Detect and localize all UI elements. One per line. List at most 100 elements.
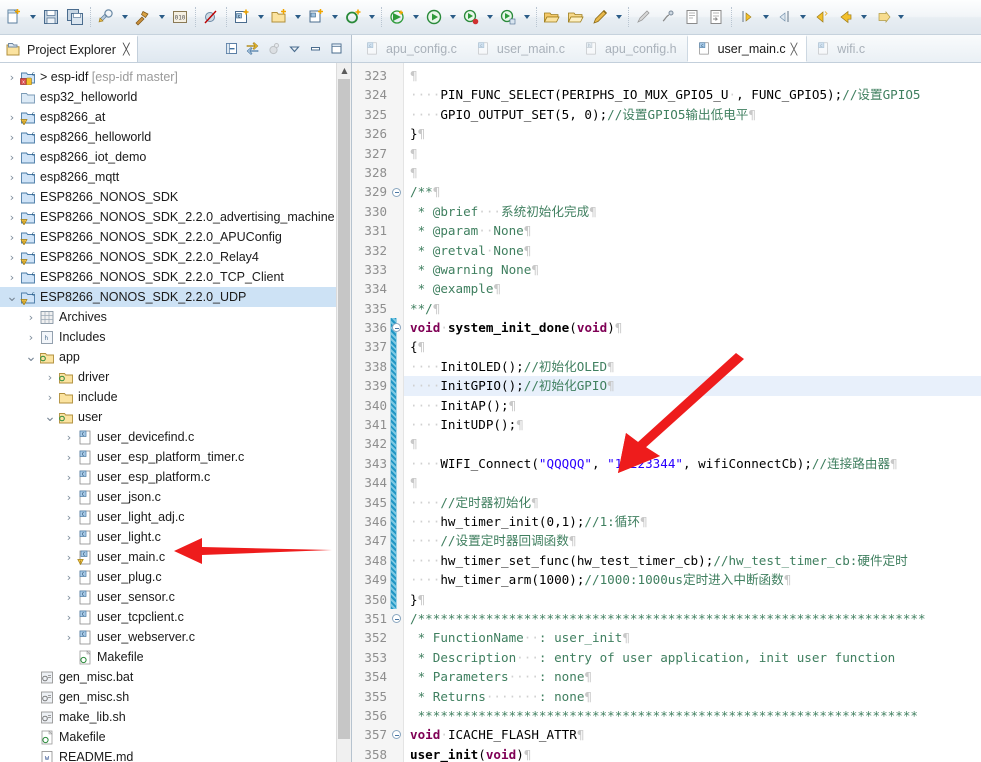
- chevron-down-icon[interactable]: ⌄: [4, 290, 20, 304]
- previous-annotation-dropdown[interactable]: [796, 5, 809, 29]
- toggle-binary-button[interactable]: 010: [168, 5, 192, 29]
- collapse-fold-icon[interactable]: [392, 614, 401, 624]
- chevron-right-icon[interactable]: ›: [61, 552, 77, 563]
- new-file-button[interactable]: [2, 5, 26, 29]
- new-folder-button[interactable]: [267, 5, 291, 29]
- tree-item-gen-misc-sh[interactable]: gen_misc.sh: [0, 687, 351, 707]
- build-dropdown[interactable]: [155, 5, 168, 29]
- new-c-project-dropdown[interactable]: [254, 5, 267, 29]
- chevron-right-icon[interactable]: ›: [61, 612, 77, 623]
- tree-item-user-light-c[interactable]: › c user_light.c: [0, 527, 351, 547]
- chevron-right-icon[interactable]: ›: [61, 512, 77, 523]
- tree-item-make-lib-sh[interactable]: make_lib.sh: [0, 707, 351, 727]
- minimize-button[interactable]: [305, 39, 325, 59]
- collapse-fold-icon[interactable]: [392, 187, 401, 197]
- last-edit-location-button[interactable]: [809, 5, 833, 29]
- tree-item-esp8266-at[interactable]: › c! esp8266_at: [0, 107, 351, 127]
- search-dropdown[interactable]: [612, 5, 625, 29]
- new-c-file-button[interactable]: [304, 5, 328, 29]
- tree-item-esp8266-helloworld[interactable]: › c esp8266_helloworld: [0, 127, 351, 147]
- debug-button[interactable]: [385, 5, 409, 29]
- new-c-project-button[interactable]: c: [230, 5, 254, 29]
- chevron-down-icon[interactable]: ⌄: [42, 410, 58, 424]
- chevron-right-icon[interactable]: ›: [4, 252, 20, 263]
- tree-item-esp8266-nonos-sdk[interactable]: › c ESP8266_NONOS_SDK: [0, 187, 351, 207]
- back-dropdown[interactable]: [857, 5, 870, 29]
- chevron-right-icon[interactable]: ›: [61, 492, 77, 503]
- fold-toggle-icon[interactable]: [390, 609, 403, 628]
- tree-item--esp-idf[interactable]: › c x > esp-idf [esp-idf master]: [0, 67, 351, 87]
- tree-item-user-tcpclient-c[interactable]: › c user_tcpclient.c: [0, 607, 351, 627]
- editor-tab-wifi-c-4[interactable]: c wifi.c: [807, 35, 875, 62]
- search-button[interactable]: [588, 5, 612, 29]
- tree-item-user-sensor-c[interactable]: › c user_sensor.c: [0, 587, 351, 607]
- collapse-fold-icon[interactable]: [392, 730, 401, 740]
- chevron-right-icon[interactable]: ›: [61, 472, 77, 483]
- editor-tab-close-icon[interactable]: ╳: [791, 43, 798, 56]
- chevron-right-icon[interactable]: ›: [61, 572, 77, 583]
- chevron-right-icon[interactable]: ›: [23, 332, 39, 343]
- skip-breakpoints-button[interactable]: [199, 5, 223, 29]
- tree-item-includes[interactable]: › h Includes: [0, 327, 351, 347]
- tree-item-esp8266-nonos-sdk-2-2-0-relay4[interactable]: › c! ESP8266_NONOS_SDK_2.2.0_Relay4: [0, 247, 351, 267]
- tree-item-driver[interactable]: › driver: [0, 367, 351, 387]
- next-annotation-button[interactable]: [735, 5, 759, 29]
- scrollbar-thumb[interactable]: [338, 79, 350, 739]
- scroll-up-arrow-icon[interactable]: ▲: [337, 63, 351, 78]
- tree-item-user-esp-platform-timer-c[interactable]: › c user_esp_platform_timer.c: [0, 447, 351, 467]
- chevron-right-icon[interactable]: ›: [4, 152, 20, 163]
- chevron-right-icon[interactable]: ›: [4, 232, 20, 243]
- back-button[interactable]: [833, 5, 857, 29]
- chevron-right-icon[interactable]: ›: [42, 372, 58, 383]
- run-external-button[interactable]: [459, 5, 483, 29]
- debug-dropdown[interactable]: [409, 5, 422, 29]
- tree-item-esp8266-iot-demo[interactable]: › c esp8266_iot_demo: [0, 147, 351, 167]
- build-all-button[interactable]: [94, 5, 118, 29]
- tree-item-user-devicefind-c[interactable]: › c user_devicefind.c: [0, 427, 351, 447]
- tree-item-archives[interactable]: › Archives: [0, 307, 351, 327]
- open-resource-button[interactable]: [540, 5, 564, 29]
- run-dropdown[interactable]: [446, 5, 459, 29]
- focus-task-button[interactable]: [263, 39, 283, 59]
- project-explorer-close-icon[interactable]: ╳: [123, 43, 130, 56]
- new-c-file-dropdown[interactable]: [328, 5, 341, 29]
- code-text-area[interactable]: ¶ ····PIN_FUNC_SELECT(PERIPHS_IO_MUX_GPIO…: [404, 63, 981, 762]
- view-menu-button[interactable]: [284, 39, 304, 59]
- tree-item-esp8266-mqtt[interactable]: › c esp8266_mqtt: [0, 167, 351, 187]
- show-whitespace-button[interactable]: [680, 5, 704, 29]
- new-folder-dropdown[interactable]: [291, 5, 304, 29]
- tree-item-user-main-c[interactable]: › c! user_main.c: [0, 547, 351, 567]
- project-explorer-tab[interactable]: Project Explorer ╳: [0, 35, 138, 62]
- chevron-right-icon[interactable]: ›: [4, 172, 20, 183]
- toggle-word-wrap-button[interactable]: [704, 5, 728, 29]
- editor-tab-user-main-c-3[interactable]: c user_main.c ╳: [686, 35, 808, 62]
- tree-item-makefile[interactable]: Makefile: [0, 647, 351, 667]
- toggle-block-selection-button[interactable]: [656, 5, 680, 29]
- run-external-dropdown[interactable]: [483, 5, 496, 29]
- folding-gutter[interactable]: [390, 63, 404, 762]
- editor-tab-user-main-c-1[interactable]: c user_main.c: [467, 35, 575, 62]
- chevron-right-icon[interactable]: ›: [61, 532, 77, 543]
- tree-item-gen-misc-bat[interactable]: gen_misc.bat: [0, 667, 351, 687]
- tree-item-esp8266-nonos-sdk-2-2-0-udp[interactable]: ⌄ c! ESP8266_NONOS_SDK_2.2.0_UDP: [0, 287, 351, 307]
- run-history-dropdown[interactable]: [520, 5, 533, 29]
- chevron-right-icon[interactable]: ›: [4, 212, 20, 223]
- build-all-dropdown[interactable]: [118, 5, 131, 29]
- run-button[interactable]: [422, 5, 446, 29]
- next-annotation-dropdown[interactable]: [759, 5, 772, 29]
- tree-item-makefile[interactable]: Makefile: [0, 727, 351, 747]
- chevron-down-icon[interactable]: ⌄: [23, 350, 39, 364]
- tree-item-user-light-adj-c[interactable]: › c user_light_adj.c: [0, 507, 351, 527]
- new-file-dropdown[interactable]: [26, 5, 39, 29]
- collapse-fold-icon[interactable]: [392, 323, 401, 333]
- fold-toggle-icon[interactable]: [390, 725, 403, 744]
- open-element-button[interactable]: [564, 5, 588, 29]
- tree-item-user-esp-platform-c[interactable]: › c user_esp_platform.c: [0, 467, 351, 487]
- chevron-right-icon[interactable]: ›: [23, 312, 39, 323]
- chevron-right-icon[interactable]: ›: [4, 272, 20, 283]
- tree-item-user[interactable]: ⌄ user: [0, 407, 351, 427]
- tree-item-user-webserver-c[interactable]: › c user_webserver.c: [0, 627, 351, 647]
- chevron-right-icon[interactable]: ›: [4, 132, 20, 143]
- tree-item-user-json-c[interactable]: › c user_json.c: [0, 487, 351, 507]
- chevron-right-icon[interactable]: ›: [61, 432, 77, 443]
